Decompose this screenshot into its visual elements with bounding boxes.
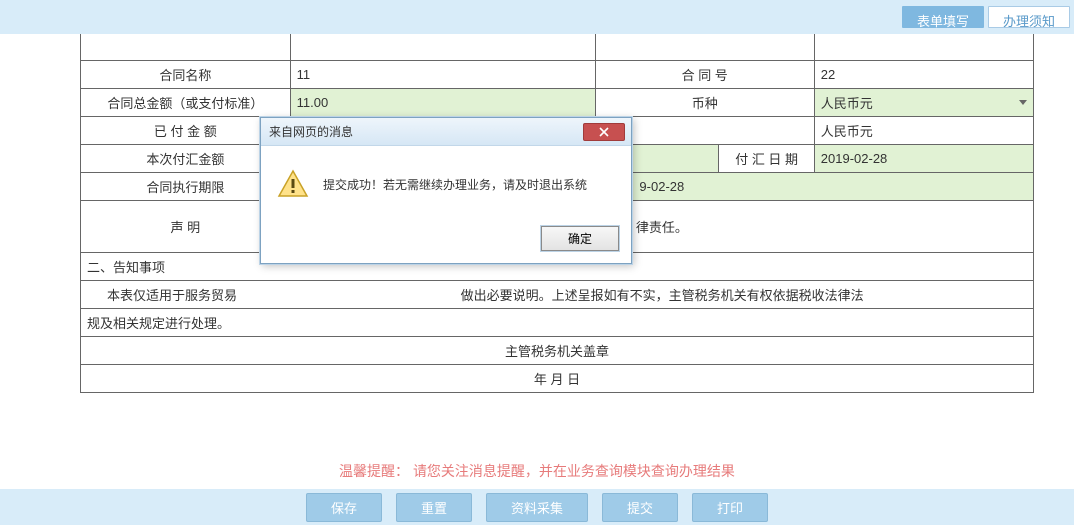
label-this-remit: 本次付汇金额 xyxy=(81,144,291,172)
label-currency: 币种 xyxy=(595,88,814,116)
value-remit-date[interactable]: 2019-02-28 xyxy=(814,144,1033,172)
dialog-title-text: 来自网页的消息 xyxy=(269,123,353,140)
save-button[interactable]: 保存 xyxy=(306,493,382,522)
top-tabs: 表单填写 办理须知 xyxy=(0,0,1074,34)
label-contract-no: 合 同 号 xyxy=(595,60,814,88)
bottom-toolbar: 保存 重置 资料采集 提交 打印 xyxy=(0,489,1074,525)
alert-dialog: 来自网页的消息 提交成功！若无需继续办理业务，请及时退出系统 确定 xyxy=(260,117,632,264)
close-button[interactable] xyxy=(583,123,625,141)
print-button[interactable]: 打印 xyxy=(692,493,768,522)
label-remit-date: 付 汇 日 期 xyxy=(719,144,814,172)
reminder-label: 温馨提醒： xyxy=(339,463,409,479)
reminder-body: 请您关注消息提醒，并在业务查询模块查询办理结果 xyxy=(413,463,735,479)
value-currency-1[interactable]: 人民币元 xyxy=(814,88,1033,116)
section-2-line1: 本表仅适用于服务贸易 做出必要说明。上述呈报如有不实，主管税务机关有权依据税收法… xyxy=(81,280,1034,308)
s2-l1-right: 做出必要说明。上述呈报如有不实，主管税务机关有权依据税收法律法 xyxy=(461,288,864,303)
seal-date: 年 月 日 xyxy=(81,364,1034,392)
dialog-body: 提交成功！若无需继续办理业务，请及时退出系统 xyxy=(261,146,631,218)
ok-button[interactable]: 确定 xyxy=(541,226,619,251)
label-declaration: 声 明 xyxy=(81,200,291,252)
value-total-amount[interactable]: 11.00 xyxy=(290,88,595,116)
seal-org: 主管税务机关盖章 xyxy=(81,336,1034,364)
label-contract-name: 合同名称 xyxy=(81,60,291,88)
label-paid-amount: 已 付 金 额 xyxy=(81,116,291,144)
collect-button[interactable]: 资料采集 xyxy=(486,493,588,522)
dialog-footer: 确定 xyxy=(261,218,631,263)
reset-button[interactable]: 重置 xyxy=(396,493,472,522)
value-contract-no[interactable]: 22 xyxy=(814,60,1033,88)
label-total-amount: 合同总金额（或支付标准） xyxy=(81,88,291,116)
dialog-message: 提交成功！若无需继续办理业务，请及时退出系统 xyxy=(323,176,587,193)
chevron-down-icon xyxy=(1019,100,1027,105)
form-table-2: 规及相关规定进行处理。 主管税务机关盖章 年 月 日 xyxy=(80,308,1034,393)
value-contract-name[interactable]: 11 xyxy=(290,60,595,88)
tab-guide[interactable]: 办理须知 xyxy=(988,6,1070,28)
currency-1-text: 人民币元 xyxy=(821,93,873,112)
close-icon xyxy=(599,127,609,137)
submit-button[interactable]: 提交 xyxy=(602,493,678,522)
label-exec-period: 合同执行期限 xyxy=(81,172,291,200)
warning-icon xyxy=(277,168,309,200)
reminder-text: 温馨提醒： 请您关注消息提醒，并在业务查询模块查询办理结果 xyxy=(0,461,1074,481)
s2-l1-left: 本表仅适用于服务贸易 xyxy=(87,288,237,303)
dialog-titlebar: 来自网页的消息 xyxy=(261,118,631,146)
tab-form-fill[interactable]: 表单填写 xyxy=(902,6,984,28)
value-currency-2[interactable]: 人民币元 xyxy=(814,116,1033,144)
section-2-line2: 规及相关规定进行处理。 xyxy=(81,308,1034,336)
